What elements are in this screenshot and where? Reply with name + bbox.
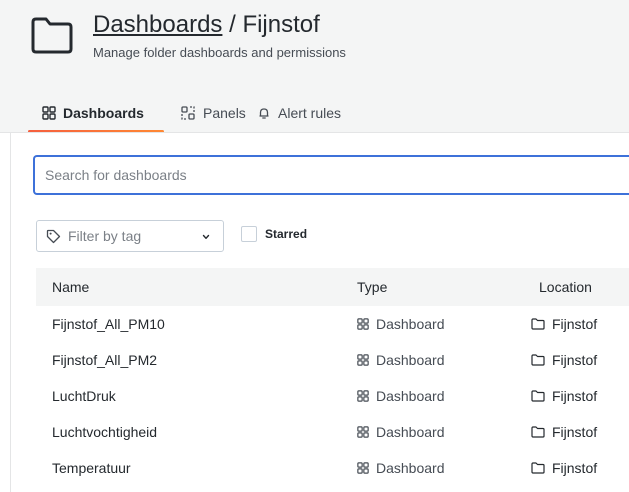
apps-icon: [357, 354, 369, 366]
apps-icon: [42, 106, 56, 120]
row-location-label: Fijnstof: [552, 460, 598, 476]
row-type-label: Dashboard: [376, 460, 445, 476]
column-header-name: Name: [52, 279, 90, 295]
row-type-label: Dashboard: [376, 316, 445, 332]
folder-icon: [531, 354, 545, 366]
page-header: Dashboards / Fijnstof Manage folder dash…: [0, 0, 629, 133]
apps-icon: [357, 390, 369, 402]
row-name[interactable]: Luchtvochtigheid: [52, 424, 157, 440]
table-row[interactable]: Fijnstof_All_PM10 Dashboard Fijnstof: [36, 306, 629, 342]
row-type-label: Dashboard: [376, 388, 445, 404]
tag-filter-select[interactable]: Filter by tag: [36, 220, 224, 252]
table-row[interactable]: LuchtDruk Dashboard Fijnstof: [36, 378, 629, 414]
breadcrumb-separator: /: [222, 11, 243, 38]
page-title: Dashboards / Fijnstof: [93, 11, 320, 39]
row-location: Fijnstof: [531, 460, 597, 476]
starred-checkbox[interactable]: [241, 226, 257, 242]
tab-panels[interactable]: Panels: [181, 96, 246, 130]
page-subtitle: Manage folder dashboards and permissions: [93, 45, 346, 60]
folder-icon: [531, 426, 545, 438]
table-row[interactable]: Luchtvochtigheid Dashboard Fijnstof: [36, 414, 629, 450]
starred-label: Starred: [265, 227, 308, 241]
table-row[interactable]: Temperatuur Dashboard Fijnstof: [36, 450, 629, 486]
row-type: Dashboard: [357, 460, 445, 476]
row-location: Fijnstof: [531, 424, 597, 440]
row-location-label: Fijnstof: [552, 424, 598, 440]
search-input[interactable]: [34, 156, 629, 194]
row-name[interactable]: Temperatuur: [52, 460, 131, 476]
library-panel-icon: [181, 106, 195, 120]
tab-alert-rules-label: Alert rules: [278, 105, 342, 121]
row-location: Fijnstof: [531, 388, 597, 404]
tag-icon: [46, 229, 61, 243]
chevron-down-icon: [202, 234, 210, 239]
bell-icon: [259, 108, 269, 119]
table-header: Name Type Location: [36, 268, 629, 306]
apps-icon: [357, 462, 369, 474]
tab-panels-label: Panels: [203, 105, 246, 121]
apps-icon: [357, 318, 369, 330]
row-type-label: Dashboard: [376, 424, 445, 440]
breadcrumb-dashboards-link[interactable]: Dashboards: [93, 11, 222, 38]
row-location-label: Fijnstof: [552, 352, 598, 368]
tab-dashboards[interactable]: Dashboards: [42, 96, 144, 130]
row-name[interactable]: LuchtDruk: [52, 388, 116, 404]
table-row[interactable]: Fijnstof_All_PM2 Dashboard Fijnstof: [36, 342, 629, 378]
row-location: Fijnstof: [531, 352, 597, 368]
row-name[interactable]: Fijnstof_All_PM2: [52, 352, 157, 368]
row-type: Dashboard: [357, 424, 445, 440]
column-header-location: Location: [539, 279, 592, 295]
folder-icon: [31, 17, 73, 54]
tab-alert-rules[interactable]: Alert rules: [257, 96, 341, 130]
column-header-type: Type: [357, 279, 388, 295]
row-location-label: Fijnstof: [552, 388, 598, 404]
apps-icon: [357, 426, 369, 438]
folder-title: Fijnstof: [242, 11, 320, 38]
tab-dashboards-label: Dashboards: [63, 105, 144, 121]
divider: [0, 132, 629, 133]
row-type-label: Dashboard: [376, 352, 445, 368]
folder-icon: [531, 462, 545, 474]
row-location: Fijnstof: [531, 316, 597, 332]
folder-icon: [531, 318, 545, 330]
row-type: Dashboard: [357, 316, 445, 332]
row-type: Dashboard: [357, 388, 445, 404]
row-type: Dashboard: [357, 352, 445, 368]
folder-icon: [531, 390, 545, 402]
row-name[interactable]: Fijnstof_All_PM10: [52, 316, 165, 332]
row-location-label: Fijnstof: [552, 316, 598, 332]
filter-placeholder: Filter by tag: [68, 228, 142, 244]
starred-filter[interactable]: Starred: [241, 226, 307, 242]
content-border: [10, 133, 11, 492]
